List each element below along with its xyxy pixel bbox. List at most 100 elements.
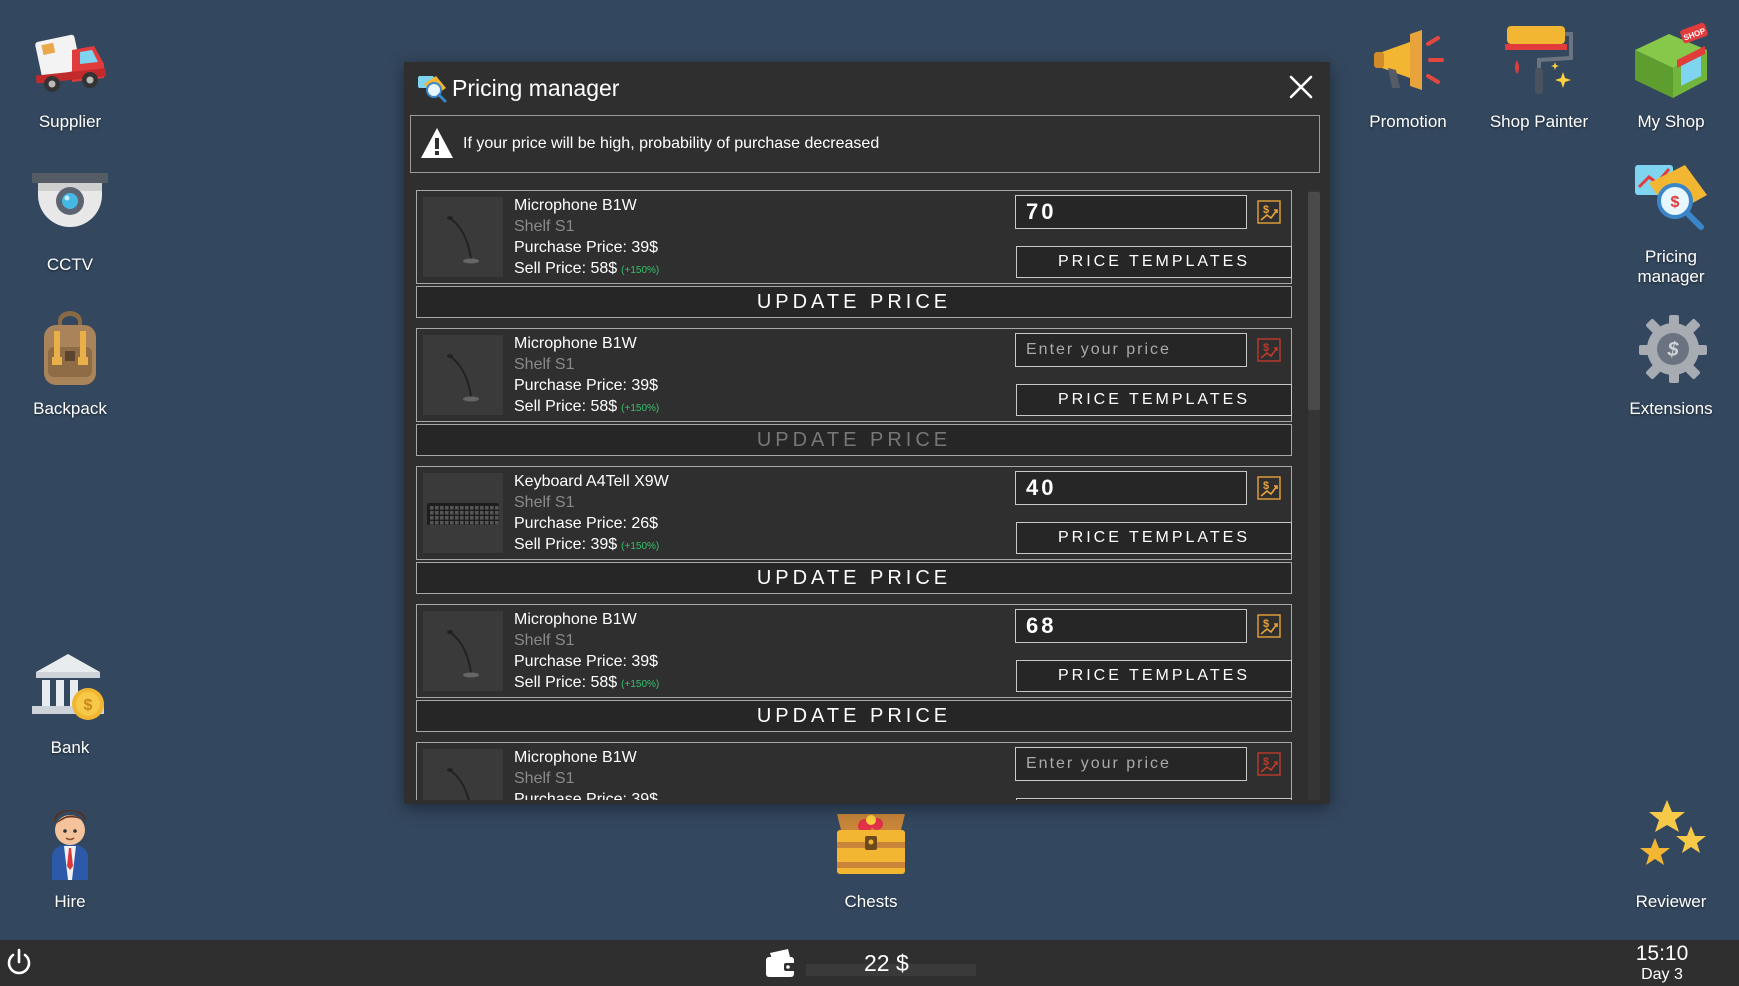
product-card: Microphone B1W Shelf S1 Purchase Price: 39… bbox=[416, 604, 1292, 698]
product-card: Microphone B1W Shelf S1 Purchase Price: 39… bbox=[416, 742, 1292, 800]
sell-price: Sell Price: 58$ (+150%) bbox=[514, 674, 659, 692]
svg-text:$: $ bbox=[1263, 342, 1269, 354]
product-shelf: Shelf S1 bbox=[514, 218, 575, 235]
price-input[interactable] bbox=[1015, 195, 1247, 229]
product-thumbnail bbox=[423, 473, 503, 553]
update-price-button[interactable]: UPDATE PRICE bbox=[416, 700, 1292, 732]
product-thumbnail bbox=[423, 197, 503, 277]
price-input[interactable] bbox=[1015, 333, 1247, 367]
window-titlebar: Pricing manager bbox=[404, 62, 1330, 114]
desktop-icon-label: Shop Painter bbox=[1489, 112, 1589, 131]
update-price-button[interactable]: UPDATE PRICE bbox=[416, 562, 1292, 594]
desktop-icon-hire[interactable]: Hire bbox=[10, 800, 130, 912]
desktop-icon-cctv[interactable]: CCTV bbox=[10, 163, 130, 275]
markup-percent: (+150%) bbox=[621, 403, 660, 414]
purchase-price: Purchase Price: 39$ bbox=[514, 653, 659, 670]
price-templates-button[interactable]: PRICE TEMPLATES bbox=[1016, 522, 1292, 554]
markup-percent: (+150%) bbox=[621, 265, 660, 276]
desktop-icon-label: Chests bbox=[844, 892, 898, 911]
price-analytics-icon[interactable]: $ bbox=[1257, 200, 1281, 224]
delivery-truck-icon bbox=[35, 34, 107, 92]
desktop-icon-pricing-manager[interactable]: $ Pricing manager bbox=[1611, 155, 1731, 287]
purchase-price: Purchase Price: 26$ bbox=[514, 515, 659, 532]
svg-text:$: $ bbox=[1671, 194, 1680, 211]
backpack-icon bbox=[44, 311, 96, 385]
gear-icon: $ bbox=[1639, 315, 1707, 383]
price-input[interactable] bbox=[1015, 747, 1247, 781]
update-price-button[interactable]: UPDATE PRICE bbox=[416, 424, 1292, 456]
desktop-icon-shop-painter[interactable]: Shop Painter bbox=[1479, 20, 1599, 132]
product-shelf: Shelf S1 bbox=[514, 632, 575, 649]
pricing-manager-icon bbox=[418, 76, 447, 103]
product-name: Keyboard A4Tell X9W bbox=[514, 473, 669, 490]
svg-text:$: $ bbox=[1263, 618, 1269, 630]
desktop-icon-supplier[interactable]: Supplier bbox=[10, 20, 130, 132]
svg-text:$: $ bbox=[1263, 480, 1269, 492]
product-shelf: Shelf S1 bbox=[514, 356, 575, 373]
employee-person-icon bbox=[52, 810, 88, 880]
price-analytics-icon[interactable]: $ bbox=[1257, 752, 1281, 776]
treasure-chest-icon bbox=[837, 814, 905, 874]
markup-percent: (+150%) bbox=[621, 679, 660, 690]
desktop-icon-label: Reviewer bbox=[1635, 892, 1707, 911]
product-price-list[interactable]: Microphone B1W Shelf S1 Purchase Price: 39… bbox=[416, 190, 1296, 800]
sell-price-value: Sell Price: 58$ bbox=[514, 398, 618, 415]
price-input[interactable] bbox=[1015, 471, 1247, 505]
sell-price-value: Sell Price: 39$ bbox=[514, 536, 618, 553]
desktop-icon-bank[interactable]: $ Bank bbox=[10, 646, 130, 758]
desktop-icon-label: CCTV bbox=[46, 255, 94, 274]
sell-price-value: Sell Price: 58$ bbox=[514, 674, 618, 691]
desktop-icon-extensions[interactable]: $ Extensions bbox=[1611, 307, 1731, 419]
product-shelf: Shelf S1 bbox=[514, 494, 575, 511]
update-price-button[interactable]: UPDATE PRICE bbox=[416, 286, 1292, 318]
desktop-icon-label: Supplier bbox=[38, 112, 102, 131]
money-balance: 22 $ bbox=[864, 950, 909, 976]
price-templates-button[interactable]: PRICE TEMPLATES bbox=[1016, 798, 1292, 800]
pricing-chart-magnifier-icon: $ bbox=[1635, 165, 1707, 230]
svg-text:$: $ bbox=[1263, 756, 1269, 768]
purchase-price: Purchase Price: 39$ bbox=[514, 377, 659, 394]
sell-price: Sell Price: 39$ (+150%) bbox=[514, 536, 659, 554]
desktop-icon-label: My Shop bbox=[1637, 112, 1705, 131]
desktop-icon-label: Bank bbox=[50, 738, 90, 757]
warning-banner: If your price will be high, probability … bbox=[410, 115, 1320, 173]
product-card: Microphone B1W Shelf S1 Purchase Price: 39… bbox=[416, 328, 1292, 422]
desktop-icon-label: Promotion bbox=[1369, 112, 1447, 131]
game-time: 15:10 bbox=[1635, 942, 1689, 965]
desktop-icon-reviewer[interactable]: Reviewer bbox=[1611, 800, 1731, 912]
desktop-icon-promotion[interactable]: Promotion bbox=[1348, 20, 1468, 132]
desktop-icon-label: Pricing manager bbox=[1637, 247, 1705, 286]
product-name: Microphone B1W bbox=[514, 611, 637, 628]
sell-price: Sell Price: 58$ (+150%) bbox=[514, 260, 659, 278]
pricing-manager-window: Pricing manager If your price will be hi… bbox=[404, 62, 1330, 804]
desktop-icon-chests[interactable]: Chests bbox=[811, 800, 931, 912]
scrollbar-thumb[interactable] bbox=[1308, 192, 1320, 410]
price-analytics-icon[interactable]: $ bbox=[1257, 338, 1281, 362]
list-scrollbar[interactable] bbox=[1308, 190, 1320, 800]
product-name: Microphone B1W bbox=[514, 335, 637, 352]
price-analytics-icon[interactable]: $ bbox=[1257, 614, 1281, 638]
price-input[interactable] bbox=[1015, 609, 1247, 643]
close-icon[interactable] bbox=[1286, 72, 1316, 102]
markup-percent: (+150%) bbox=[621, 541, 660, 552]
product-shelf: Shelf S1 bbox=[514, 770, 575, 787]
product-name: Microphone B1W bbox=[514, 749, 637, 766]
price-templates-button[interactable]: PRICE TEMPLATES bbox=[1016, 384, 1292, 416]
desktop-icon-label: Hire bbox=[54, 892, 86, 911]
purchase-price: Purchase Price: 39$ bbox=[514, 791, 659, 800]
window-title: Pricing manager bbox=[452, 75, 620, 101]
price-analytics-icon[interactable]: $ bbox=[1257, 476, 1281, 500]
paint-roller-icon bbox=[1505, 26, 1573, 94]
desktop-icon-my-shop[interactable]: SHOP My Shop bbox=[1611, 20, 1731, 132]
desktop-icon-backpack[interactable]: Backpack bbox=[10, 307, 130, 419]
cctv-camera-icon bbox=[32, 173, 108, 227]
product-name: Microphone B1W bbox=[514, 197, 637, 214]
warning-icon bbox=[421, 128, 453, 158]
purchase-price: Purchase Price: 39$ bbox=[514, 239, 659, 256]
power-icon[interactable] bbox=[4, 947, 34, 977]
price-templates-button[interactable]: PRICE TEMPLATES bbox=[1016, 660, 1292, 692]
price-templates-button[interactable]: PRICE TEMPLATES bbox=[1016, 246, 1292, 278]
svg-text:$: $ bbox=[1263, 204, 1269, 216]
product-thumbnail bbox=[423, 611, 503, 691]
sell-price: Sell Price: 58$ (+150%) bbox=[514, 398, 659, 416]
